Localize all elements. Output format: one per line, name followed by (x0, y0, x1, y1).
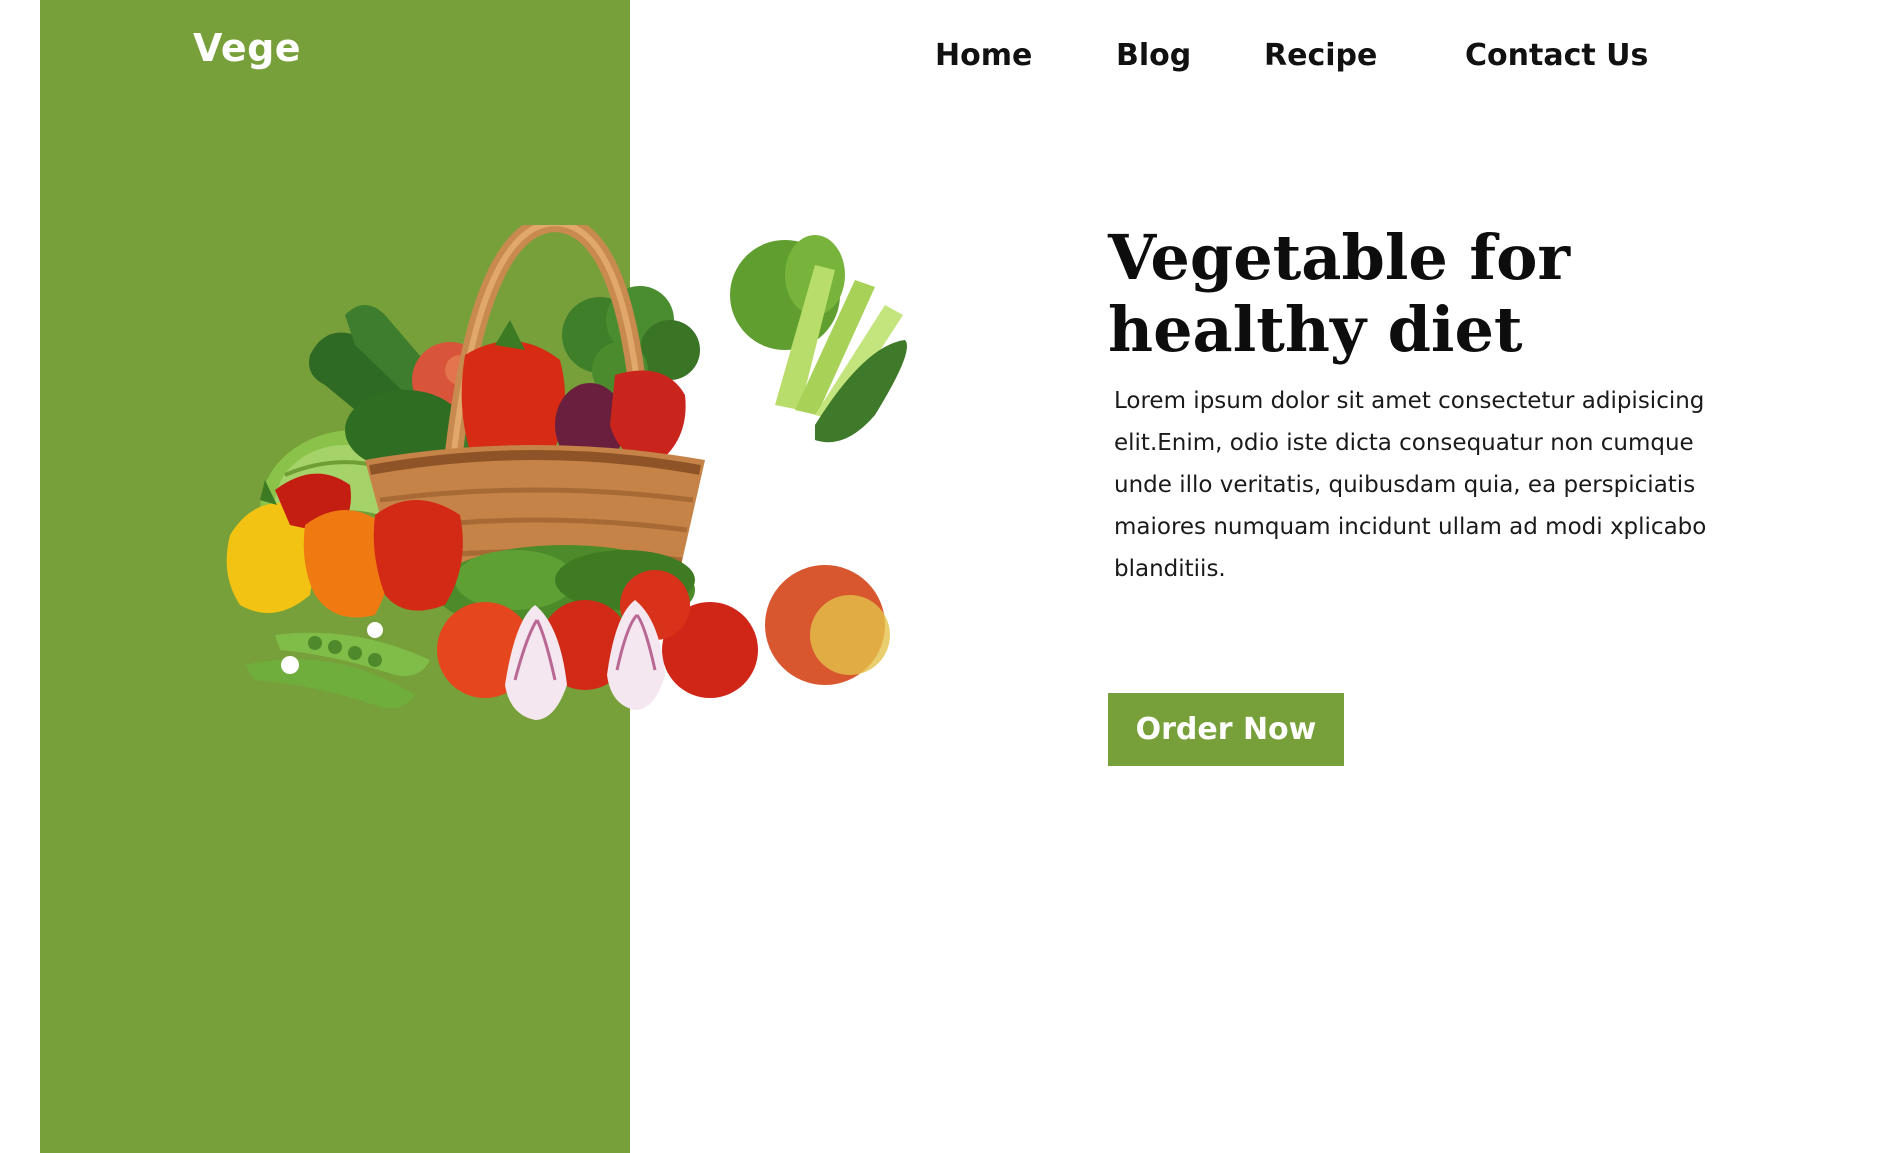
apple-right-shape (765, 565, 890, 685)
pea-pod-shape (245, 632, 430, 709)
description-line: Lorem ipsum dolor sit amet consectetur a… (1114, 388, 1705, 414)
description-line: blanditiis. (1114, 556, 1226, 582)
nav-recipe-link[interactable]: Recipe (1264, 38, 1377, 73)
description-line: maiores numquam incidunt ullam ad modi x… (1114, 514, 1707, 540)
main-navigation: Home Blog Recipe Contact Us (0, 38, 1891, 88)
description-line: unde illo veritatis, quibusdam quia, ea … (1114, 472, 1696, 498)
hero-description: Lorem ipsum dolor sit amet consectetur a… (1114, 380, 1754, 590)
hero-title-line2: healthy diet (1108, 293, 1523, 366)
nav-home-link[interactable]: Home (935, 38, 1032, 73)
hero-title: Vegetable for healthy diet (1108, 222, 1808, 366)
nav-blog-link[interactable]: Blog (1116, 38, 1191, 73)
order-now-button[interactable]: Order Now (1108, 693, 1344, 766)
red-pepper-mid-shape (373, 500, 463, 611)
vegetable-basket-image (226, 225, 907, 720)
hero-title-line1: Vegetable for (1108, 221, 1571, 294)
description-line: elit.Enim, odio iste dicta consequatur n… (1114, 430, 1694, 456)
nav-contact-link[interactable]: Contact Us (1465, 38, 1648, 73)
landing-page: Vege Home Blog Recipe Contact Us Vegetab… (0, 0, 1891, 1153)
